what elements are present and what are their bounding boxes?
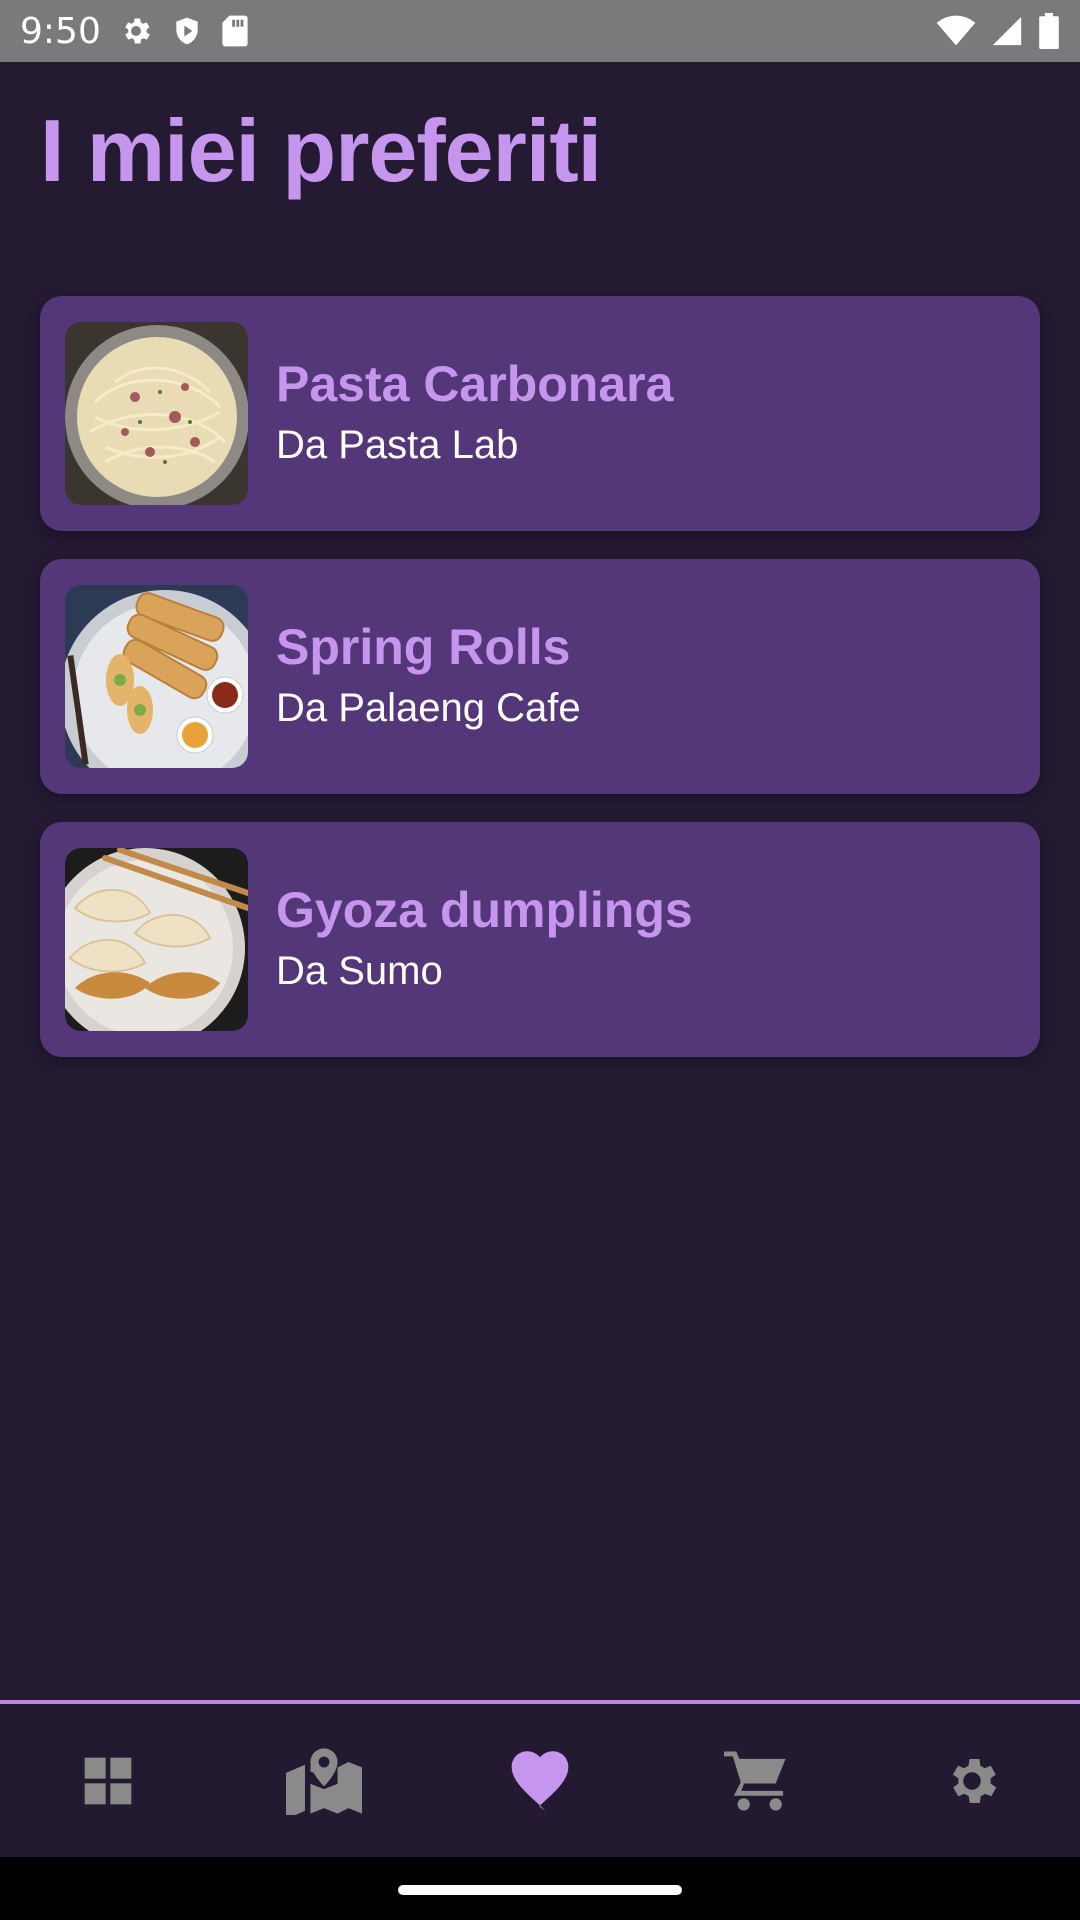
nav-item-cart[interactable] [648, 1706, 864, 1856]
favorite-name: Pasta Carbonara [276, 355, 674, 412]
system-gesture-area [0, 1857, 1080, 1920]
nav-item-settings[interactable] [864, 1706, 1080, 1856]
wifi-icon [936, 15, 976, 47]
gear-icon [119, 14, 153, 48]
favorite-name: Gyoza dumplings [276, 881, 693, 938]
pasta-carbonara-photo [65, 322, 248, 505]
cart-icon [724, 1750, 788, 1811]
status-time: 9:50 [20, 10, 101, 52]
nav-item-map[interactable] [216, 1706, 432, 1856]
home-gesture-handle[interactable] [398, 1885, 682, 1895]
favorite-card-pasta-carbonara[interactable]: Pasta Carbonara Da Pasta Lab [40, 296, 1040, 531]
dashboard-icon [80, 1753, 136, 1809]
favorite-place: Da Palaeng Cafe [276, 685, 581, 730]
favorites-list: Pasta Carbonara Da Pasta Lab Spring Roll… [40, 296, 1040, 1085]
favorite-card-spring-rolls[interactable]: Spring Rolls Da Palaeng Cafe [40, 559, 1040, 794]
heart-icon [506, 1750, 574, 1811]
page-title: I miei preferiti [40, 101, 602, 200]
nav-item-favorites[interactable] [432, 1706, 648, 1856]
favorite-text: Spring Rolls Da Palaeng Cafe [276, 617, 581, 737]
status-right-icons [936, 13, 1060, 49]
gyoza-photo [65, 848, 248, 1031]
bottom-navigation [0, 1700, 1080, 1857]
favorite-card-gyoza[interactable]: Gyoza dumplings Da Sumo [40, 822, 1040, 1057]
favorite-place: Da Pasta Lab [276, 422, 519, 467]
favorite-name: Spring Rolls [276, 618, 571, 675]
settings-icon [942, 1751, 1002, 1811]
favorite-place: Da Sumo [276, 948, 443, 993]
map-icon [286, 1747, 362, 1815]
favorite-text: Gyoza dumplings Da Sumo [276, 880, 693, 1000]
status-left-icons [119, 14, 249, 48]
sd-card-icon [221, 14, 249, 48]
favorite-text: Pasta Carbonara Da Pasta Lab [276, 354, 673, 474]
spring-rolls-photo [65, 585, 248, 768]
favorites-screen: 9:50 I miei preferiti Pasta Carbonara Da… [0, 0, 1080, 1920]
signal-icon [990, 14, 1024, 48]
nav-item-dashboard[interactable] [0, 1706, 216, 1856]
battery-icon [1038, 13, 1060, 49]
status-bar: 9:50 [0, 0, 1080, 62]
shield-icon [171, 14, 203, 48]
